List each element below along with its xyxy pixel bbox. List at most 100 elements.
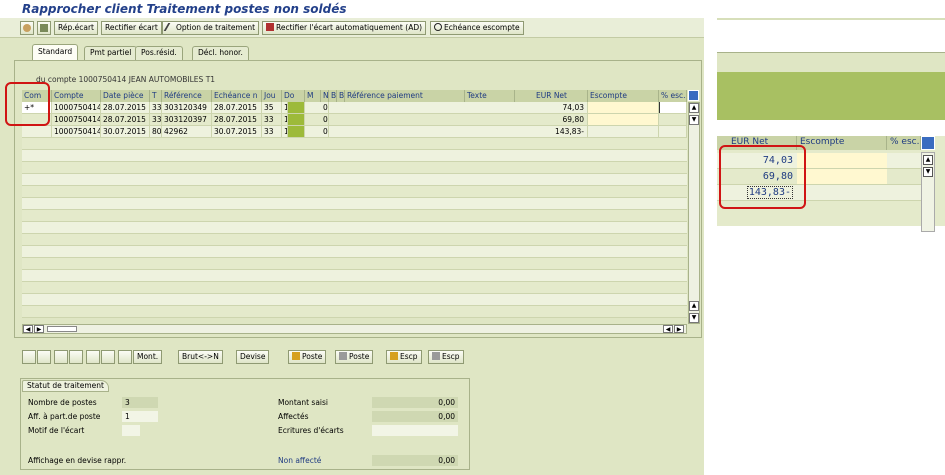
cell-pct-esc[interactable] (659, 114, 687, 125)
scroll-left-icon[interactable]: ◀ (23, 325, 33, 333)
brut-net-button[interactable]: Brut<->N (178, 350, 223, 364)
deactivate-icon (339, 352, 347, 360)
pencil-icon (163, 23, 177, 31)
scroll-thumb[interactable] (47, 326, 77, 332)
motif-field[interactable] (122, 425, 140, 436)
escp-deactivate-button[interactable]: Escp (428, 350, 464, 364)
aff-field[interactable]: 1 (122, 411, 158, 422)
cell-com[interactable] (22, 126, 52, 137)
poste-activate-button[interactable]: Poste (288, 350, 327, 364)
cell-reference: 303120349 (162, 102, 212, 113)
cell-t: 33 (152, 114, 162, 125)
rectifier-auto-label: Rectifier l'écart automatiquement (AD) (276, 23, 423, 32)
montant-saisi-label: Montant saisi (278, 398, 329, 407)
cell-escompte[interactable] (588, 126, 659, 137)
activate-icon[interactable] (54, 350, 68, 364)
cell-do-status (288, 126, 305, 137)
col-header-date[interactable]: Date pièce (101, 90, 150, 102)
table-row (22, 174, 687, 186)
rectifier-auto-button[interactable]: Rectifier l'écart automatiquement (AD) (262, 21, 427, 35)
table-row[interactable]: 1000750414 30.07.2015 80 42962 30.07.201… (22, 126, 687, 138)
table-row[interactable]: +* 1000750414 28.07.2015 33 303120349 28… (22, 102, 687, 114)
zoom-divider (717, 18, 945, 20)
cell-echeance: 30.07.2015 (212, 126, 262, 137)
table-row[interactable]: 1000750414 28.07.2015 33 303120397 28.07… (22, 114, 687, 126)
tab-standard[interactable]: Standard (32, 44, 79, 60)
cell-escompte[interactable] (588, 102, 659, 113)
screenshot: Rapprocher client Traitement postes non … (0, 0, 945, 475)
col-header-do[interactable]: Do (282, 90, 305, 102)
cell-date: 30.07.2015 (101, 126, 150, 137)
nombre-postes-value: 3 (122, 397, 158, 408)
cell-do-status (288, 102, 305, 113)
deselect-icon[interactable] (37, 350, 51, 364)
scroll-right-icon[interactable]: ▶ (674, 325, 684, 333)
scroll-up-icon[interactable]: ▲ (689, 103, 699, 113)
search-icon[interactable] (86, 350, 100, 364)
table-row (22, 186, 687, 198)
col-header-reference[interactable]: Référence (162, 90, 212, 102)
scroll-left-icon[interactable]: ◀ (663, 325, 673, 333)
table-row (22, 150, 687, 162)
col-header-b2[interactable]: B (337, 90, 345, 102)
col-header-echeance[interactable]: Echéance n (212, 90, 262, 102)
group-title: du compte 1000750414 JEAN AUTOMOBILES T1 (36, 75, 216, 84)
tab-decl-honor[interactable]: Décl. honor. (192, 46, 249, 60)
scroll-down-icon[interactable]: ▼ (689, 313, 699, 323)
scroll-down-icon[interactable]: ▼ (689, 115, 699, 125)
rep-ecart-button[interactable]: Rép.écart (54, 21, 98, 35)
cell-do-status (288, 114, 305, 125)
deactivate-icon[interactable] (69, 350, 83, 364)
table-row (22, 282, 687, 294)
cell-jou: 33 (262, 126, 282, 137)
cell-compte: 1000750414 (54, 102, 101, 113)
zoom-cell-pct-esc (887, 169, 921, 185)
sort-icon[interactable] (118, 350, 132, 364)
tab-pos-resid[interactable]: Pos.résid. (135, 46, 183, 60)
person-icon[interactable] (20, 21, 34, 35)
red-highlight-eur-net (719, 145, 806, 209)
cell-t: 33 (152, 102, 162, 113)
col-header-eur-net[interactable]: EUR Net (515, 90, 588, 102)
table-horizontal-scrollbar[interactable]: ◀ ▶ ◀ ▶ (22, 324, 687, 334)
ecritures-field[interactable] (372, 425, 458, 436)
cell-pct-esc[interactable] (659, 102, 687, 113)
col-header-texte[interactable]: Texte (465, 90, 515, 102)
cell-pct-esc[interactable] (659, 126, 687, 137)
select-icon[interactable] (37, 21, 51, 35)
col-header-b1[interactable]: B (329, 90, 337, 102)
table-settings-icon[interactable] (688, 90, 699, 101)
option-traitement-button[interactable]: Option de traitement (162, 21, 260, 35)
poste-deactivate-button[interactable]: Poste (335, 350, 374, 364)
save-icon (266, 23, 274, 31)
brut-net-label: Brut<->N (182, 352, 219, 361)
cell-escompte[interactable] (588, 114, 659, 125)
col-header-jou[interactable]: Jou (262, 90, 282, 102)
col-header-reference-paiement[interactable]: Référence paiement (345, 90, 465, 102)
cell-reference: 42962 (162, 126, 212, 137)
filter-icon[interactable] (101, 350, 115, 364)
table-row (22, 222, 687, 234)
col-header-n[interactable]: N (321, 90, 329, 102)
cell-n: 0 (323, 102, 329, 113)
col-header-m[interactable]: M (305, 90, 321, 102)
table-row (22, 246, 687, 258)
table-row (22, 210, 687, 222)
col-header-pct-esc[interactable]: % esc. (659, 90, 687, 102)
escp-activate-button[interactable]: Escp (386, 350, 422, 364)
scroll-up-icon[interactable]: ▲ (689, 301, 699, 311)
devise-button[interactable]: Devise (236, 350, 270, 364)
echeance-escompte-button[interactable]: Echéance escompte (430, 21, 524, 35)
table-vertical-scrollbar[interactable]: ▲ ▼ ▲ ▼ (688, 102, 700, 324)
rectifier-ecart-button[interactable]: Rectifier écart (101, 21, 162, 35)
col-header-t[interactable]: T (150, 90, 162, 102)
no-icon (434, 23, 442, 31)
scroll-right-icon[interactable]: ▶ (34, 325, 44, 333)
col-header-escompte[interactable]: Escompte (588, 90, 659, 102)
zoom-cell-escompte (797, 169, 887, 185)
col-header-compte[interactable]: Compte (52, 90, 101, 102)
select-all-icon[interactable] (22, 350, 36, 364)
tab-pmt-partiel[interactable]: Pmt partiel (84, 46, 138, 60)
zoom-scrollbar: ▲ ▼ (921, 152, 935, 232)
mont-button[interactable]: Mont. (133, 350, 163, 364)
